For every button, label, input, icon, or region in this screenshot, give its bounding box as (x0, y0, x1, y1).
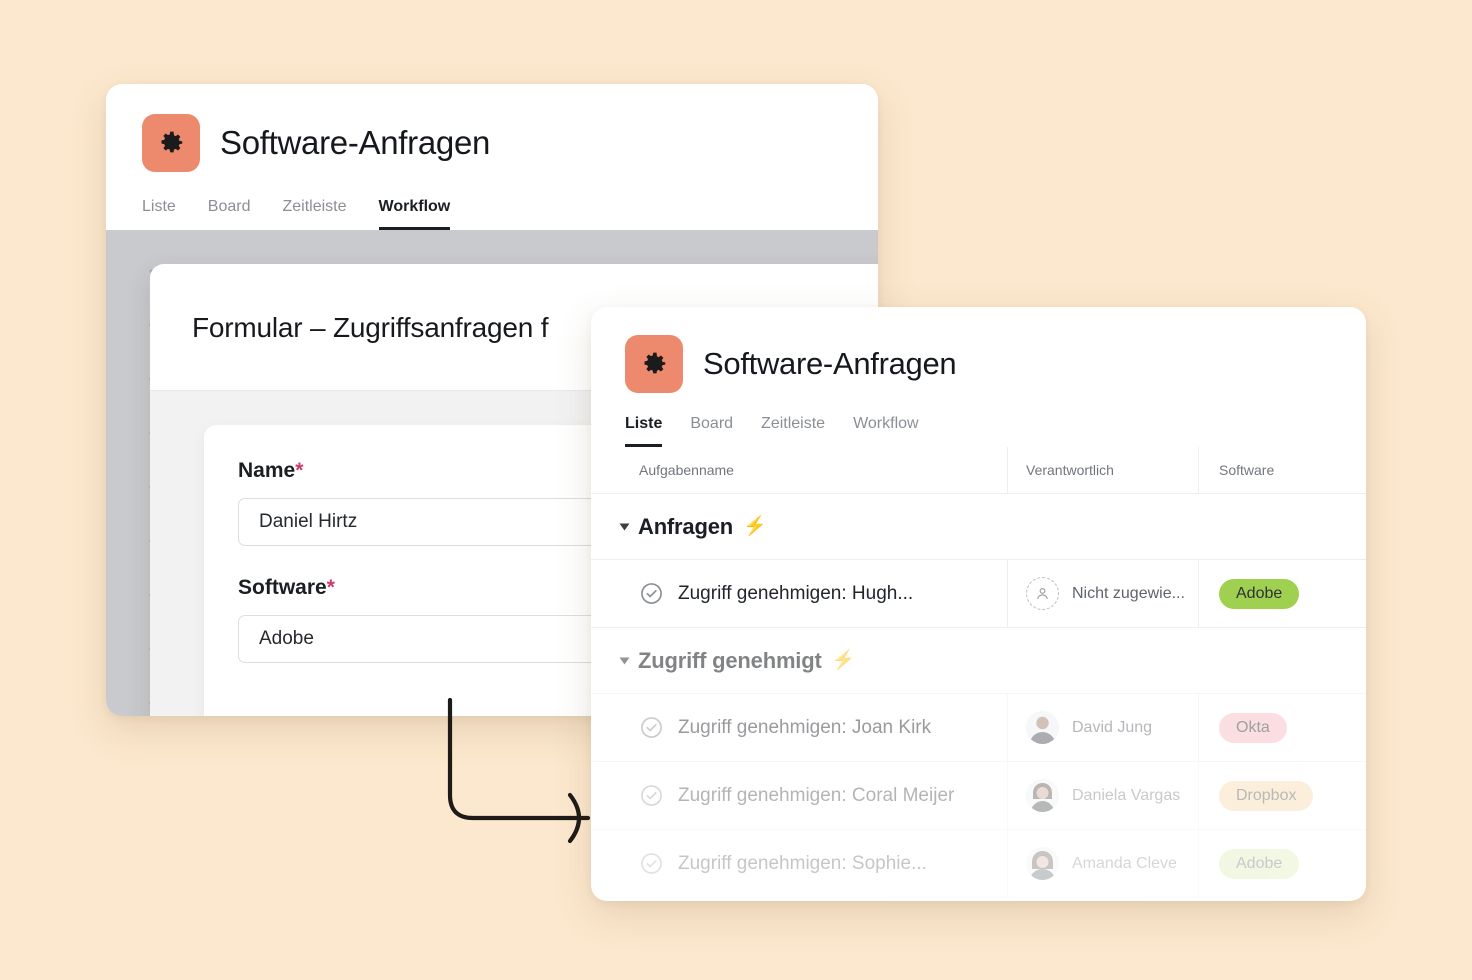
tab-liste[interactable]: Liste (142, 198, 176, 230)
gear-icon (639, 349, 669, 379)
software-cell[interactable]: Adobe (1199, 560, 1366, 627)
avatar[interactable] (1026, 779, 1059, 812)
chevron-down-icon[interactable] (619, 523, 630, 530)
name-label-text: Name (238, 459, 296, 482)
software-input-value: Adobe (259, 628, 314, 649)
task-name-cell[interactable]: Zugriff genehmigen: Hugh... (591, 560, 1008, 627)
task-title: Zugriff genehmigen: Joan Kirk (678, 716, 932, 738)
assignee-cell[interactable]: Amanda Cleve (1008, 830, 1199, 897)
group-header-zugriff-genehmigt[interactable]: Zugriff genehmigt ⚡ (591, 628, 1366, 694)
table-row[interactable]: Zugriff genehmigen: Sophie... Amanda Cle… (591, 830, 1366, 898)
project-logo (625, 335, 683, 393)
column-header-aufgabenname[interactable]: Aufgabenname (591, 447, 1008, 493)
assignee-name: Amanda Cleve (1072, 854, 1177, 872)
table-header-row: Aufgabenname Verantwortlich Software (591, 447, 1366, 494)
tab-liste[interactable]: Liste (625, 415, 663, 447)
task-name-cell[interactable]: Zugriff genehmigen: Sophie... (591, 830, 1008, 897)
tab-workflow[interactable]: Workflow (853, 415, 919, 447)
assignee-cell[interactable]: Nicht zugewie... (1008, 560, 1199, 627)
page-title: Software-Anfragen (703, 346, 957, 381)
task-title: Zugriff genehmigen: Hugh... (678, 582, 914, 604)
required-asterisk: * (326, 576, 335, 599)
project-logo (142, 114, 200, 172)
tab-board[interactable]: Board (690, 415, 733, 447)
assignee-cell[interactable]: David Jung (1008, 694, 1199, 761)
list-window-tabs: Liste Board Zeitleiste Workflow (625, 415, 1332, 447)
task-name-cell[interactable]: Zugriff genehmigen: Joan Kirk (591, 694, 1008, 761)
tab-workflow[interactable]: Workflow (378, 198, 451, 230)
assignee-name: Daniela Vargas (1072, 786, 1181, 804)
unassigned-avatar-icon[interactable] (1026, 577, 1059, 610)
name-input-value: Daniel Hirtz (259, 511, 358, 532)
list-window: Software-Anfragen Liste Board Zeitleiste… (591, 307, 1366, 901)
status-badge: Adobe (1219, 578, 1300, 609)
tab-zeitleiste[interactable]: Zeitleiste (761, 415, 825, 447)
gear-icon (156, 128, 186, 158)
group-title: Zugriff genehmigt (638, 647, 822, 673)
tab-zeitleiste[interactable]: Zeitleiste (283, 198, 347, 230)
software-cell[interactable]: Adobe (1199, 830, 1366, 897)
check-circle-icon[interactable] (639, 851, 664, 876)
check-circle-icon[interactable] (639, 783, 664, 808)
chevron-down-icon[interactable] (619, 657, 630, 664)
table-row[interactable]: Zugriff genehmigen: Coral Meijer Daniela… (591, 762, 1366, 830)
assignee-name: Nicht zugewie... (1072, 584, 1185, 602)
lightning-bolt-icon: ⚡ (742, 516, 767, 537)
workflow-window-tabs: Liste Board Zeitleiste Workflow (142, 198, 842, 230)
avatar[interactable] (1026, 711, 1059, 744)
check-circle-icon[interactable] (639, 715, 664, 740)
software-cell[interactable]: Dropbox (1199, 762, 1366, 829)
check-circle-icon[interactable] (639, 581, 664, 606)
assignee-cell[interactable]: Daniela Vargas (1008, 762, 1199, 829)
workflow-title-row: Software-Anfragen (142, 114, 842, 172)
status-badge: Adobe (1219, 848, 1300, 879)
lightning-bolt-icon: ⚡ (831, 650, 856, 671)
workflow-window-header: Software-Anfragen Liste Board Zeitleiste… (106, 84, 878, 230)
status-badge: Dropbox (1219, 780, 1314, 811)
list-window-header: Software-Anfragen Liste Board Zeitleiste… (591, 307, 1366, 447)
table-row[interactable]: Zugriff genehmigen: Joan Kirk David Jung… (591, 694, 1366, 762)
group-title: Anfragen (638, 513, 733, 539)
software-cell[interactable]: Okta (1199, 694, 1366, 761)
task-title: Zugriff genehmigen: Coral Meijer (678, 784, 955, 806)
task-table: Aufgabenname Verantwortlich Software Anf… (591, 447, 1366, 901)
task-name-cell[interactable]: Zugriff genehmigen: Coral Meijer (591, 762, 1008, 829)
task-title: Zugriff genehmigen: Sophie... (678, 852, 927, 874)
group-header-anfragen[interactable]: Anfragen ⚡ (591, 494, 1366, 560)
software-label-text: Software (238, 576, 327, 599)
column-header-software[interactable]: Software (1199, 447, 1366, 493)
tab-board[interactable]: Board (208, 198, 251, 230)
list-title-row: Software-Anfragen (625, 335, 1332, 393)
status-badge: Okta (1219, 712, 1287, 743)
column-header-verantwortlich[interactable]: Verantwortlich (1008, 447, 1199, 493)
table-row[interactable]: Zugriff genehmigen: Hugh... Nicht zugewi… (591, 560, 1366, 628)
page-title: Software-Anfragen (220, 124, 491, 161)
avatar[interactable] (1026, 847, 1059, 880)
required-asterisk: * (295, 459, 304, 482)
assignee-name: David Jung (1072, 718, 1153, 736)
